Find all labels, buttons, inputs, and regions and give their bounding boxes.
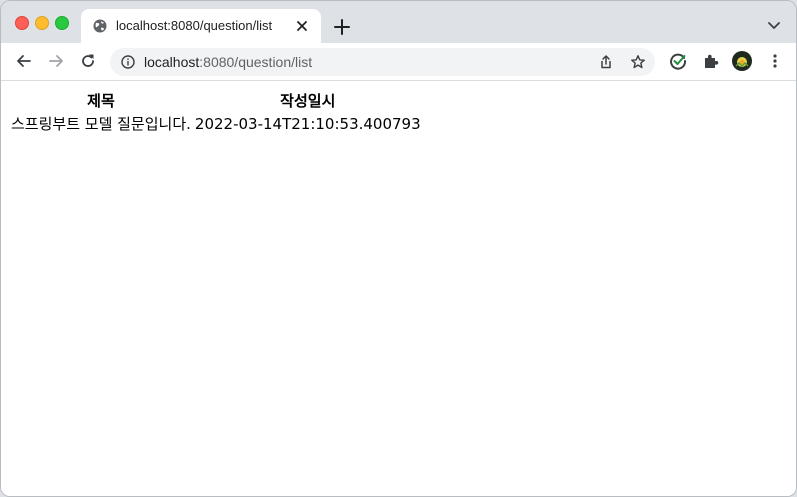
tab-strip: localhost:8080/question/list	[1, 1, 796, 43]
extensions-puzzle-icon[interactable]	[702, 52, 720, 70]
browser-window: localhost:8080/question/list localhost:8…	[0, 0, 797, 497]
table-header-row: 제목 작성일시	[9, 89, 423, 112]
forward-icon[interactable]	[47, 52, 65, 70]
toolbar: localhost:8080/question/list	[1, 43, 796, 81]
cell-created: 2022-03-14T21:10:53.400793	[194, 114, 421, 133]
active-tab[interactable]: localhost:8080/question/list	[81, 9, 321, 43]
close-tab-icon[interactable]	[294, 18, 310, 34]
new-tab-icon[interactable]	[333, 18, 351, 36]
reload-icon[interactable]	[79, 52, 97, 70]
page-content: 제목 작성일시 스프링부트 모델 질문입니다. 2022-03-14T21:10…	[1, 81, 796, 496]
column-header-subject: 제목	[87, 92, 115, 110]
bookmark-star-icon[interactable]	[630, 54, 646, 70]
address-bar[interactable]: localhost:8080/question/list	[110, 48, 655, 76]
tab-search-chevron-icon[interactable]	[767, 19, 781, 33]
cell-subject: 스프링부트 모델 질문입니다.	[11, 115, 191, 133]
column-header-created: 작성일시	[280, 92, 336, 110]
url-host: localhost	[144, 54, 200, 70]
tab-title: localhost:8080/question/list	[116, 18, 273, 33]
window-close-button[interactable]	[15, 16, 29, 30]
back-icon[interactable]	[15, 52, 33, 70]
globe-icon	[93, 19, 107, 33]
profile-avatar-icon[interactable]	[732, 51, 752, 71]
share-icon[interactable]	[598, 54, 614, 70]
window-maximize-button[interactable]	[55, 16, 69, 30]
extension-check-icon[interactable]	[669, 52, 687, 70]
window-minimize-button[interactable]	[35, 16, 49, 30]
table-row: 스프링부트 모델 질문입니다. 2022-03-14T21:10:53.4007…	[9, 112, 423, 135]
menu-kebab-icon[interactable]	[766, 52, 784, 70]
question-table: 제목 작성일시 스프링부트 모델 질문입니다. 2022-03-14T21:10…	[9, 89, 423, 135]
url-text[interactable]: localhost:8080/question/list	[144, 54, 312, 70]
site-info-icon[interactable]	[121, 55, 135, 69]
url-path: :8080/question/list	[199, 54, 313, 70]
